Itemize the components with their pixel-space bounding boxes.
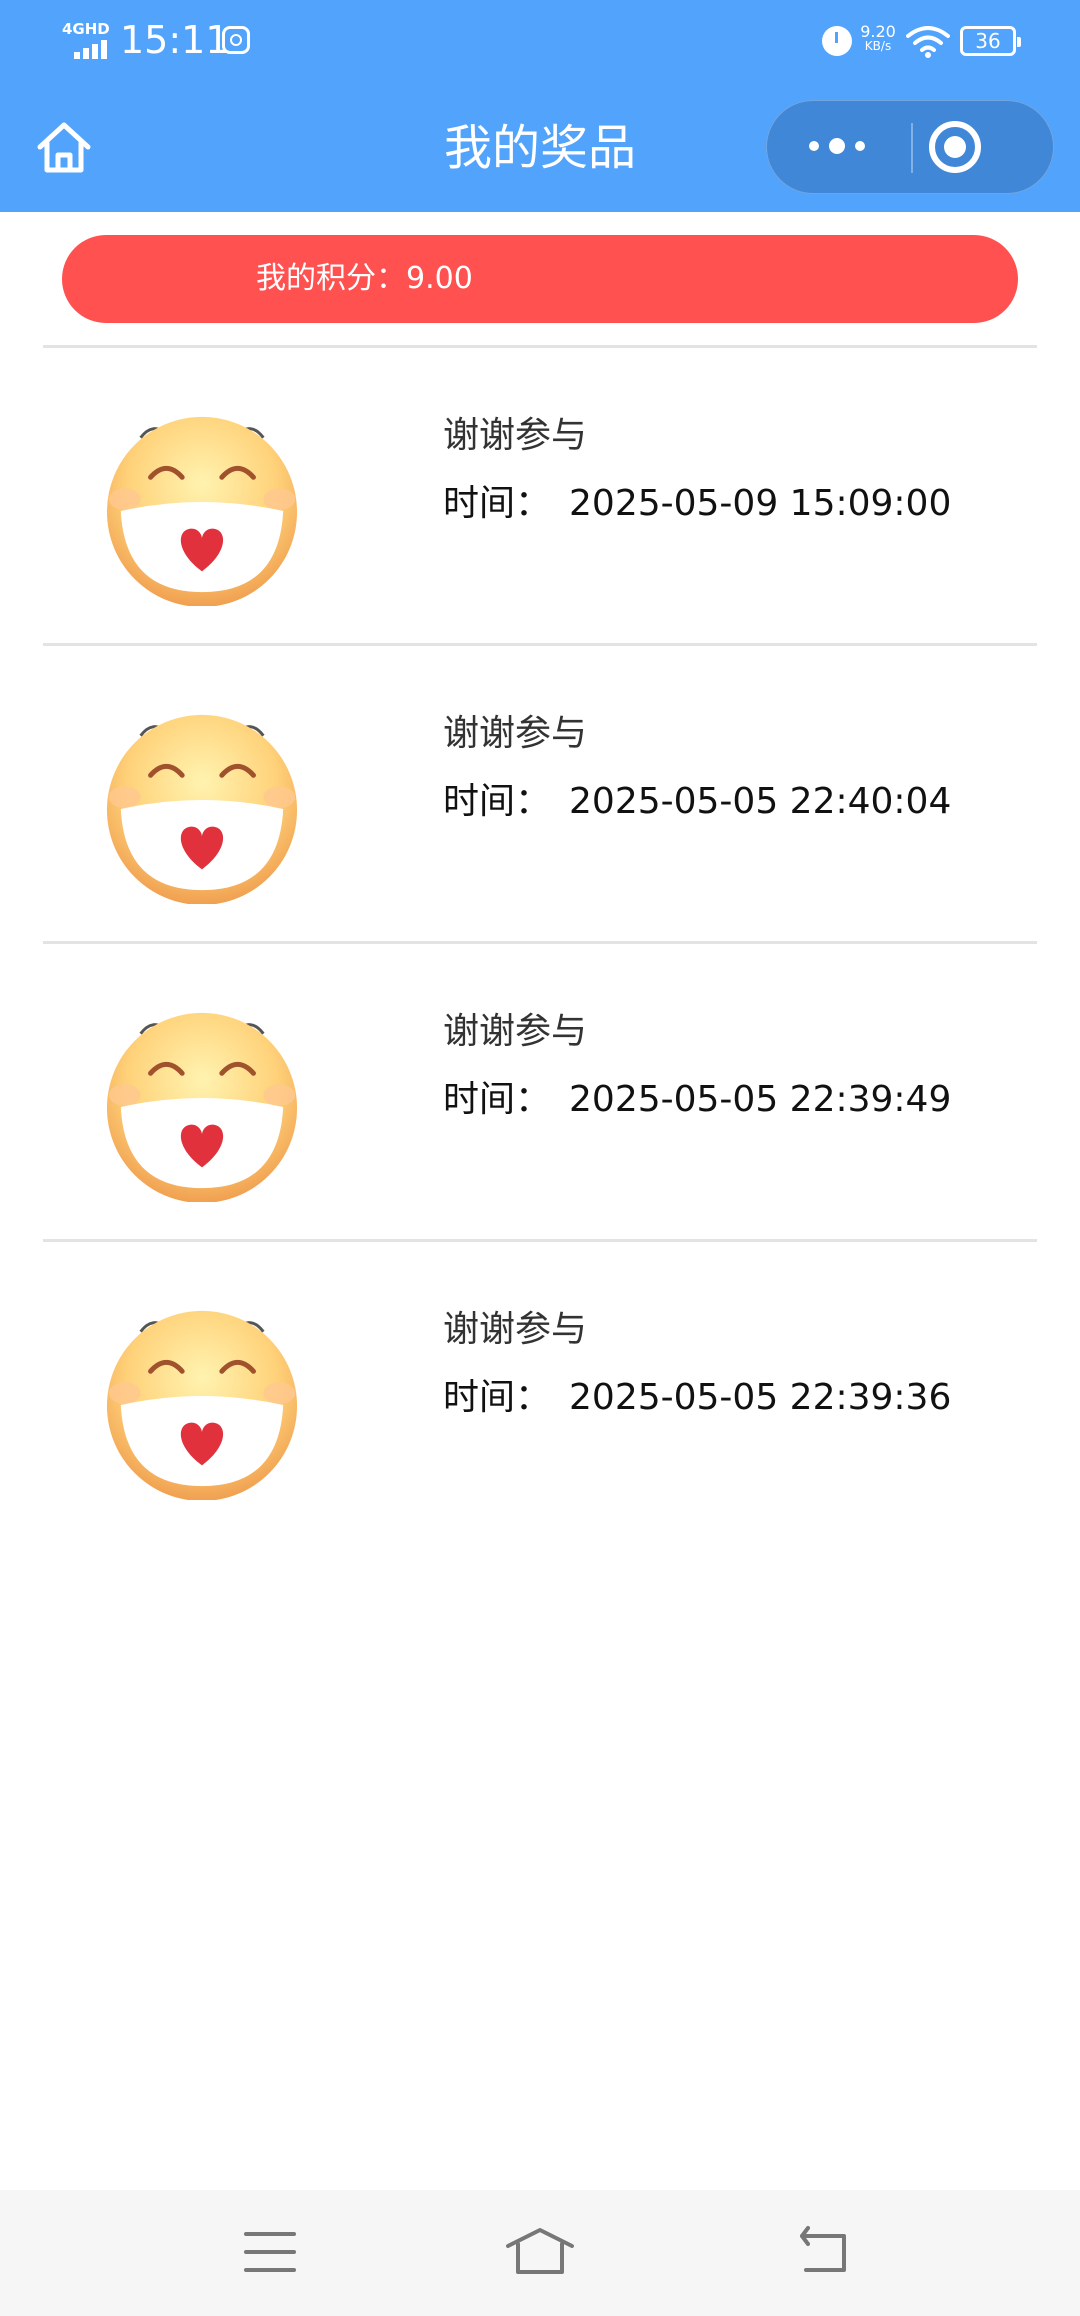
prize-time: 时间： 2025-05-05 22:39:49 [443,1076,951,1124]
battery-indicator: 36 [960,26,1021,56]
prize-list: 谢谢参与 时间： 2025-05-09 15:09:00 谢谢参与 时间： 20… [43,345,1037,1537]
status-time: 15:11 [120,18,230,62]
prize-time: 时间： 2025-05-05 22:39:36 [443,1374,951,1422]
capsule-divider [911,123,913,173]
signal-icon: 4GHD [62,20,114,59]
screen: 4GHD 15:11 9.20 KB/s 36 我的奖品 我的积分：9.00 谢… [0,0,1080,2316]
signal-bars [74,40,107,59]
prize-time-value: 2025-05-05 22:40:04 [569,781,952,822]
prize-time-value: 2025-05-05 22:39:36 [569,1377,952,1418]
network-speed-unit: KB/s [864,39,892,53]
more-button[interactable] [767,101,911,193]
header: 4GHD 15:11 9.20 KB/s 36 我的奖品 [0,0,1080,212]
points-text: 我的积分：9.00 [256,261,473,296]
smiley-face-icon [106,1310,298,1500]
app-notification-icon [222,26,250,54]
system-nav-bar [0,2190,1080,2316]
prize-time-label: 时间： [443,781,552,822]
prize-time-label: 时间： [443,483,552,524]
wifi-icon [906,26,950,58]
prize-item[interactable]: 谢谢参与 时间： 2025-05-05 22:40:04 [43,643,1037,941]
alarm-icon [822,26,852,56]
smiley-face-icon [106,1012,298,1202]
prize-item[interactable]: 谢谢参与 时间： 2025-05-09 15:09:00 [43,345,1037,643]
network-type: 4GHD [62,20,110,38]
smiley-face-icon [106,714,298,904]
more-dots-icon [809,141,819,151]
prize-time-value: 2025-05-05 22:39:49 [569,1079,952,1120]
close-button[interactable] [925,117,985,177]
prize-time-label: 时间： [443,1079,552,1120]
prize-item[interactable]: 谢谢参与 时间： 2025-05-05 22:39:36 [43,1239,1037,1537]
network-speed-value: 9.20 [860,22,896,41]
smiley-face-icon [106,416,298,606]
home-icon[interactable] [504,2220,576,2284]
status-bar: 4GHD 15:11 9.20 KB/s 36 [0,0,1080,84]
prize-item[interactable]: 谢谢参与 时间： 2025-05-05 22:39:49 [43,941,1037,1239]
prize-name: 谢谢参与 [443,415,588,456]
home-icon[interactable] [32,116,96,180]
network-speed: 9.20 KB/s [858,24,898,54]
prize-name: 谢谢参与 [443,1011,588,1052]
prize-name: 谢谢参与 [443,1309,588,1350]
back-icon[interactable] [792,2220,856,2284]
points-banner: 我的积分：9.00 [62,235,1018,323]
page-title: 我的奖品 [443,120,636,176]
prize-time: 时间： 2025-05-05 22:40:04 [443,778,951,826]
nav-bar: 我的奖品 [0,84,1080,212]
menu-icon[interactable] [238,2220,302,2284]
prize-time-label: 时间： [443,1377,552,1418]
mini-program-capsule [766,100,1054,194]
prize-name: 谢谢参与 [443,713,588,754]
prize-time: 时间： 2025-05-09 15:09:00 [443,480,951,528]
prize-time-value: 2025-05-09 15:09:00 [569,483,952,524]
